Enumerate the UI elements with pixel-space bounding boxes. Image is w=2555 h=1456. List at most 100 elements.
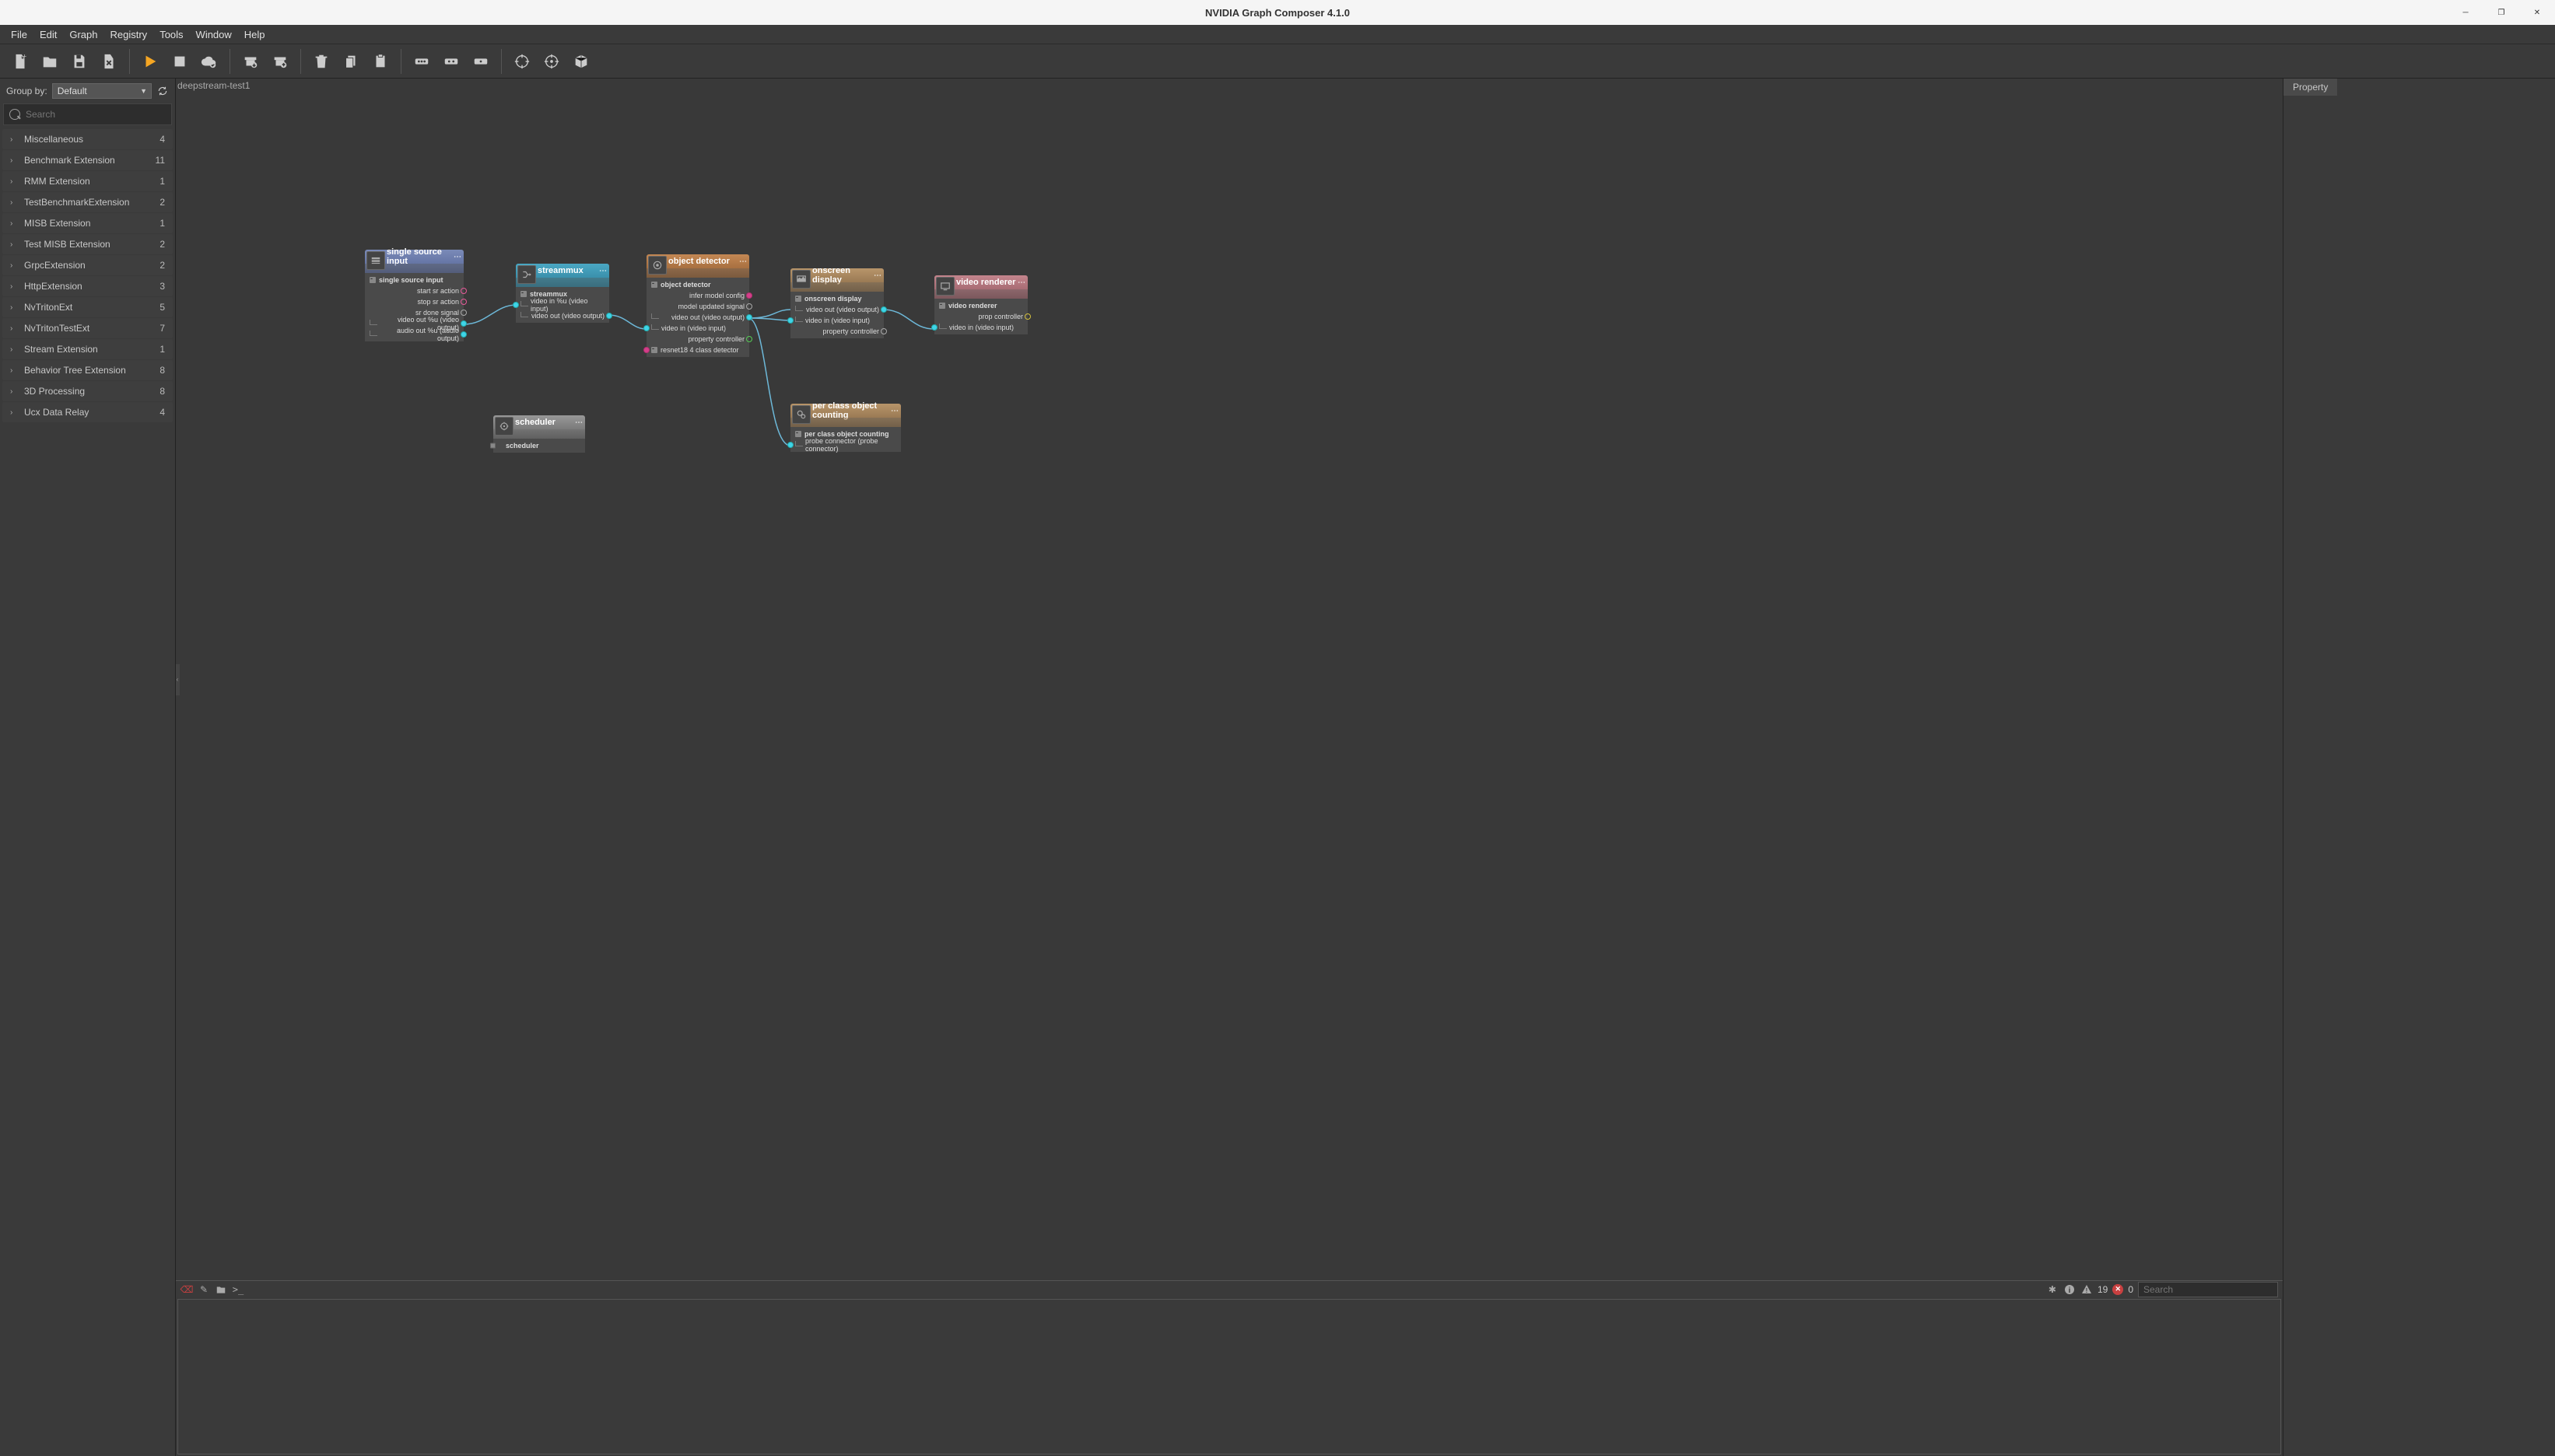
maximize-button[interactable]: ❐	[2483, 0, 2519, 25]
node-video-renderer[interactable]: video renderer⋯ video renderer prop cont…	[934, 275, 1028, 334]
sidebar-collapse-handle[interactable]: ‹	[176, 664, 180, 695]
port-video-out[interactable]: video out (video output)	[516, 310, 609, 321]
group-by-select[interactable]: Default	[52, 83, 152, 99]
close-file-icon[interactable]	[96, 49, 121, 74]
port-video-in[interactable]: video in (video input)	[790, 315, 884, 326]
save-icon[interactable]	[67, 49, 92, 74]
port-resnet18[interactable]: resnet18 4 class detector	[647, 345, 749, 355]
node-section: scheduler	[493, 440, 585, 451]
extension-item[interactable]: ›MISB Extension1	[2, 213, 173, 233]
port-probe-connector[interactable]: probe connector (probe connector)	[790, 439, 901, 450]
port-infer-model-config[interactable]: infer model config	[647, 290, 749, 301]
node-type-icon	[792, 405, 811, 424]
trash-icon[interactable]	[309, 49, 334, 74]
play-icon[interactable]	[138, 49, 163, 74]
package-up-icon[interactable]	[268, 49, 293, 74]
log-search-input[interactable]	[2138, 1282, 2278, 1297]
extension-item[interactable]: ›Test MISB Extension2	[2, 234, 173, 254]
chevron-right-icon: ›	[10, 240, 18, 249]
port-video-in[interactable]: video in (video input)	[934, 322, 1028, 333]
extension-item[interactable]: ›Stream Extension1	[2, 339, 173, 359]
node-scheduler[interactable]: scheduler⋯ scheduler	[493, 415, 585, 453]
menu-help[interactable]: Help	[238, 26, 272, 43]
copy-icon[interactable]	[338, 49, 363, 74]
menu-window[interactable]: Window	[190, 26, 238, 43]
open-log-icon[interactable]	[215, 1283, 227, 1296]
target-icon[interactable]	[510, 49, 534, 74]
node-menu-icon[interactable]: ⋯	[575, 418, 582, 427]
extension-count: 2	[159, 197, 165, 208]
extension-item[interactable]: ›Ucx Data Relay4	[2, 402, 173, 422]
port-property-controller[interactable]: property controller	[790, 326, 884, 337]
extension-count: 4	[159, 134, 165, 145]
node-object-detector[interactable]: object detector⋯ object detector infer m…	[647, 254, 749, 357]
paste-icon[interactable]	[368, 49, 393, 74]
extension-item[interactable]: ›HttpExtension3	[2, 276, 173, 296]
chevron-right-icon: ›	[10, 156, 18, 165]
menu-graph[interactable]: Graph	[63, 26, 103, 43]
node-streammux[interactable]: streammux⋯ streammux video in %u (video …	[516, 264, 609, 323]
extension-item[interactable]: ›NvTritonTestExt7	[2, 318, 173, 338]
node-menu-icon[interactable]: ⋯	[454, 253, 461, 261]
node-menu-icon[interactable]: ⋯	[1018, 278, 1025, 287]
extension-list[interactable]: ›Miscellaneous4›Benchmark Extension11›RM…	[0, 128, 175, 1456]
dots-2-icon[interactable]	[439, 49, 464, 74]
port-stop-sr-action[interactable]: stop sr action	[365, 296, 464, 307]
extension-item[interactable]: ›RMM Extension1	[2, 171, 173, 191]
extension-item[interactable]: ›Miscellaneous4	[2, 129, 173, 149]
cube-icon[interactable]	[569, 49, 594, 74]
search-input[interactable]	[3, 103, 172, 125]
port-video-in[interactable]: video in %u (video input)	[516, 299, 609, 310]
stop-icon[interactable]	[167, 49, 192, 74]
port-start-sr-action[interactable]: start sr action	[365, 285, 464, 296]
extension-item[interactable]: ›Behavior Tree Extension8	[2, 360, 173, 380]
port-video-out[interactable]: video out (video output)	[647, 312, 749, 323]
node-menu-icon[interactable]: ⋯	[874, 271, 881, 280]
port-property-controller[interactable]: property controller	[647, 334, 749, 345]
dots-3-icon[interactable]	[409, 49, 434, 74]
extension-name: TestBenchmarkExtension	[24, 197, 159, 208]
cloud-check-icon[interactable]	[197, 49, 222, 74]
info-icon[interactable]: i	[2063, 1283, 2076, 1296]
menu-file[interactable]: File	[5, 26, 33, 43]
console-panel[interactable]	[177, 1299, 2281, 1454]
property-tab[interactable]: Property	[2283, 79, 2337, 96]
extension-item[interactable]: › TestBenchmarkExtension2	[2, 192, 173, 212]
error-icon[interactable]: ✕	[2112, 1284, 2123, 1295]
refresh-icon[interactable]	[156, 85, 169, 97]
port-prop-controller[interactable]: prop controller	[934, 311, 1028, 322]
node-menu-icon[interactable]: ⋯	[599, 267, 606, 275]
terminal-icon[interactable]: >_	[232, 1283, 244, 1296]
port-video-out[interactable]: video out (video output)	[790, 304, 884, 315]
node-per-class-object-counting[interactable]: per class object counting⋯ per class obj…	[790, 404, 901, 452]
chevron-right-icon: ›	[10, 198, 18, 207]
extension-item[interactable]: ›NvTritonExt5	[2, 297, 173, 317]
warning-icon[interactable]: !	[2080, 1283, 2093, 1296]
port-audio-out[interactable]: audio out %u (audio output)	[365, 329, 464, 340]
edit-log-icon[interactable]: ✎	[198, 1283, 210, 1296]
extension-item[interactable]: ›Benchmark Extension11	[2, 150, 173, 170]
port-video-in[interactable]: video in (video input)	[647, 323, 749, 334]
chevron-right-icon: ›	[10, 177, 18, 186]
menu-registry[interactable]: Registry	[104, 26, 154, 43]
node-single-source-input[interactable]: single source input⋯ single source input…	[365, 250, 464, 341]
close-button[interactable]: ✕	[2519, 0, 2555, 25]
new-file-icon[interactable]: +	[8, 49, 33, 74]
extension-item[interactable]: ›3D Processing8	[2, 381, 173, 401]
node-menu-icon[interactable]: ⋯	[739, 257, 746, 266]
dots-1-icon[interactable]	[468, 49, 493, 74]
port-model-updated-signal[interactable]: model updated signal	[647, 301, 749, 312]
menu-tools[interactable]: Tools	[153, 26, 189, 43]
node-menu-icon[interactable]: ⋯	[891, 407, 898, 415]
menu-edit[interactable]: Edit	[33, 26, 63, 43]
snowflake-icon[interactable]: ✱	[2046, 1283, 2059, 1296]
minimize-button[interactable]: ─	[2448, 0, 2483, 25]
node-onscreen-display[interactable]: onscreen display⋯ onscreen display video…	[790, 268, 884, 338]
clear-log-icon[interactable]: ⌫	[180, 1283, 193, 1296]
package-down-icon[interactable]	[238, 49, 263, 74]
graph-canvas[interactable]: deepstream-test1 ‹ single source input⋯	[176, 79, 2283, 1280]
extension-item[interactable]: ›GrpcExtension2	[2, 255, 173, 275]
crosshair-icon[interactable]	[539, 49, 564, 74]
node-type-icon	[648, 256, 667, 275]
open-folder-icon[interactable]	[37, 49, 62, 74]
